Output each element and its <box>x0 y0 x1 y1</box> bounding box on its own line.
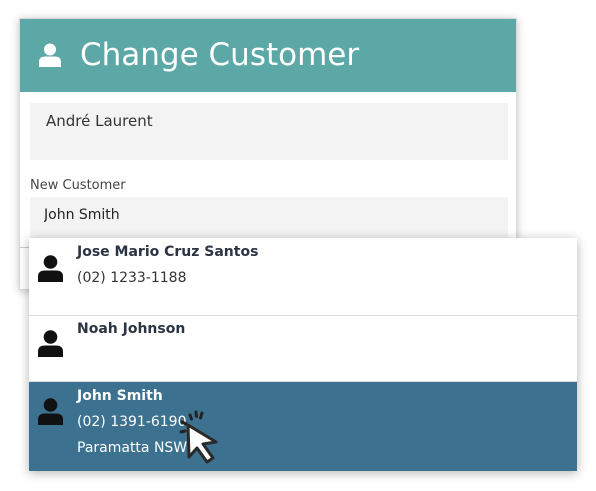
new-customer-input[interactable] <box>30 197 508 241</box>
person-icon <box>39 43 61 67</box>
dialog-title: Change Customer <box>80 37 360 73</box>
result-phone: (02) 1233-1188 <box>77 270 187 286</box>
result-name: Noah Johnson <box>77 321 186 337</box>
result-city: Paramatta NSW <box>77 440 188 456</box>
person-icon <box>38 330 63 357</box>
current-customer-field: André Laurent <box>30 103 508 160</box>
result-item-jose-mario-cruz-santos[interactable]: Jose Mario Cruz Santos (02) 1233-1188 <box>29 238 577 316</box>
person-icon <box>38 255 63 282</box>
customer-search-results: Jose Mario Cruz Santos (02) 1233-1188 No… <box>29 238 577 471</box>
result-item-john-smith[interactable]: John Smith (02) 1391-6190 Paramatta NSW <box>29 382 577 471</box>
result-name: John Smith <box>77 388 163 404</box>
new-customer-label: New Customer <box>30 178 126 193</box>
result-item-noah-johnson[interactable]: Noah Johnson <box>29 316 577 382</box>
result-phone: (02) 1391-6190 <box>77 414 187 430</box>
person-icon <box>38 398 63 425</box>
dialog-header: Change Customer <box>20 19 516 92</box>
result-name: Jose Mario Cruz Santos <box>77 244 259 260</box>
